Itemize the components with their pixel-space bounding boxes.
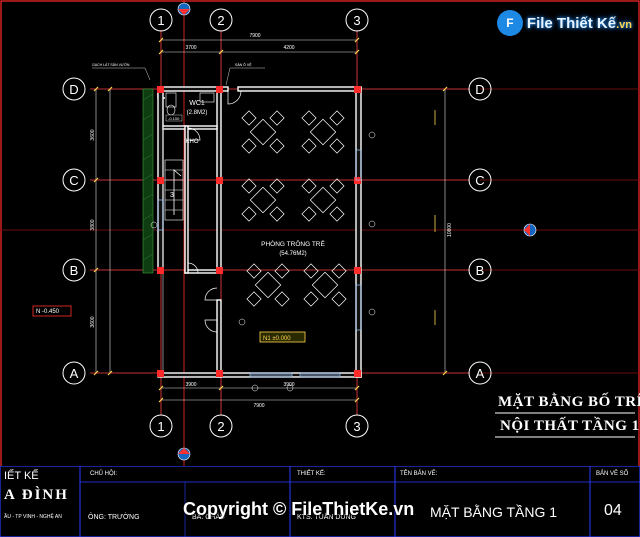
grid-row-d-right: D [475,82,484,97]
grid-bubbles-bottom: 1 2 3 [149,414,369,438]
dim-bottom-a: 3900 [185,382,196,388]
grid-row-b: B [70,263,79,278]
stair-number: 3 [170,192,174,199]
title-underline-1 [495,412,635,414]
level-floor: N1 ±0.000 [259,331,306,343]
grid-col-3-bottom: 3 [353,419,360,434]
drawing-title-line2: NỘI THẤT TẦNG 1 [500,418,640,434]
dim-left-2: 3800 [90,219,96,230]
walls [157,86,362,378]
level-outside-text: N -0.450 [36,309,60,315]
grid-row-b-right: B [476,263,485,278]
table-set [301,110,345,154]
cad-drawing: 7900 3700 4200 3900 3900 7900 3600 3800 … [0,0,640,537]
tb-address: ẦU - TP VINH - NGHỆ AN [4,514,62,520]
grid-bubbles-right: D C B A [468,77,492,385]
tb-sheet-name: MẶT BẰNG TẦNG 1 [430,504,558,520]
garden-strip [142,88,154,274]
grid-col-1: 1 [157,13,164,28]
main-room-area: (54.76M2) [279,251,306,257]
tb-design-label: IẾT KẾ [4,470,39,482]
section-marker-right [523,223,537,237]
tb-design-name: A ĐÌNH [4,487,69,503]
dim-top-total: 7900 [249,33,260,39]
tb-designer-label: THIẾT KẾ: [297,471,326,477]
wc-level: -0.100 [168,116,180,121]
grid-col-2-bottom: 2 [217,419,224,434]
grid-row-d: D [69,82,78,97]
grid-row-c: C [69,173,78,188]
level-outside: N -0.450 [32,305,72,317]
furniture [241,110,347,307]
grid-row-a-right: A [476,366,485,381]
grid-col-2: 2 [217,13,224,28]
tb-owner-label: CHỦ HỘI: [90,471,117,477]
tb-sheet-no: 04 [604,502,622,519]
table-set [241,110,285,154]
table-set [301,178,345,222]
wc-room-name: WC1 [189,100,205,107]
tb-sheet-name-label: TÊN BẢN VẼ: [400,471,438,477]
drawing-title-line1: MẶT BẰNG BỐ TRÍ [498,394,640,410]
watermark-badge-icon: F [496,10,523,36]
dim-right-total: 10800 [447,223,453,237]
grid-bubbles-left: D C B A [62,77,86,385]
tb-sheet-no-label: BẢN VẼ SỐ [596,471,629,477]
dim-left-1: 3600 [90,129,96,140]
tb-owner-name: ÔNG: TRƯỜNG [88,514,140,521]
wc-room-area: (2.8M2) [187,110,208,116]
table-set [241,178,285,222]
watermark-text: File Thiết Kế.vn [527,15,632,32]
note-garden: GẠCH LÁT SÂN VƯỜN [92,62,130,67]
vertical-axis-lines [160,0,358,466]
dim-top-b: 4200 [283,45,294,51]
grid-col-1-bottom: 1 [157,419,164,434]
watermark-logo: F File Thiết Kế.vn [496,10,632,36]
stair [164,159,184,221]
grid-row-c-right: C [475,173,484,188]
title-underline-2 [495,436,635,438]
section-marker-bottom [177,447,191,461]
dim-top-a: 3700 [185,45,196,51]
grid-row-a: A [70,366,79,381]
level-floor-text: N1 ±0.000 [263,336,291,342]
store-room-name: KHO [185,139,198,145]
note-wc: SÀN Ô VỆ [235,62,252,67]
grid-col-3: 3 [353,13,360,28]
watermark-ext: .vn [616,18,632,31]
section-marker-top [177,2,191,16]
dim-bottom-total: 7900 [253,403,264,409]
dim-left-3: 3600 [90,316,96,327]
main-room-name: PHÒNG TRÔNG TRẺ [261,239,325,248]
watermark-brand: File Thiết Kế [526,14,617,32]
copyright-watermark: Copyright © FileThietKe.vn [183,499,415,519]
